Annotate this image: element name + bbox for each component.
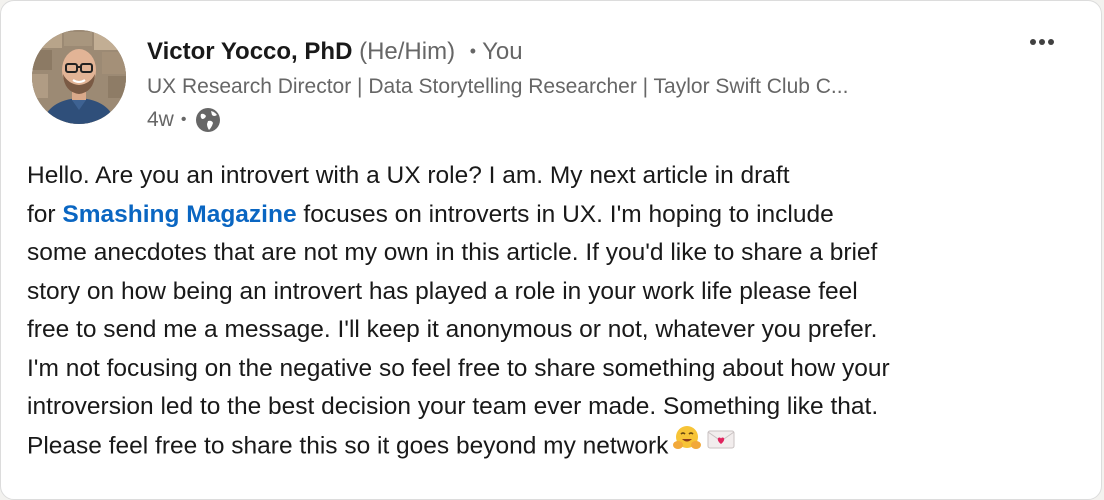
- post-line: free to send me a message. I'll keep it …: [27, 316, 878, 343]
- post-text-fragment: focuses on introverts in UX. I'm hoping …: [296, 200, 834, 228]
- name-separator: •: [469, 41, 477, 61]
- smashing-magazine-link[interactable]: Smashing Magazine: [62, 201, 296, 228]
- more-options-icon[interactable]: [1025, 25, 1059, 59]
- meta-separator: •: [180, 111, 187, 128]
- author-headline: UX Research Director | Data Storytelling…: [147, 75, 849, 98]
- love-letter-emoji: [706, 425, 736, 464]
- post-line: for Smashing Magazine focuses on introve…: [27, 196, 1087, 235]
- post-card: Victor Yocco, PhD (He/Him) • You UX Resea…: [0, 0, 1102, 500]
- post-text-fragment: Please feel free to share this so it goe…: [27, 432, 669, 460]
- author-pronouns: (He/Him): [359, 38, 456, 65]
- post-timestamp[interactable]: 4w: [147, 105, 174, 135]
- relation-label: You: [482, 38, 523, 65]
- post-text: Hello. Are you an introvert with a UX ro…: [27, 157, 1087, 467]
- post-line: story on how being an introvert has play…: [27, 277, 858, 305]
- post-line: some anecdotes that are not my own in th…: [27, 239, 878, 266]
- author-name[interactable]: Victor Yocco, PhD: [147, 38, 352, 65]
- post-line: Please feel free to share this so it goe…: [27, 424, 1087, 468]
- post-line: introversion led to the best decision yo…: [27, 393, 879, 420]
- author-avatar[interactable]: [32, 30, 126, 124]
- hugging-face-emoji: [672, 424, 702, 465]
- author-name-line: Victor Yocco, PhD (He/Him) • You: [147, 36, 523, 69]
- post-line: I'm not focusing on the negative so feel…: [27, 354, 890, 382]
- globe-icon: [193, 105, 223, 135]
- post-text-fragment: for: [27, 200, 63, 228]
- post-meta: 4w •: [147, 105, 223, 135]
- post-line: Hello. Are you an introvert with a UX ro…: [27, 162, 790, 189]
